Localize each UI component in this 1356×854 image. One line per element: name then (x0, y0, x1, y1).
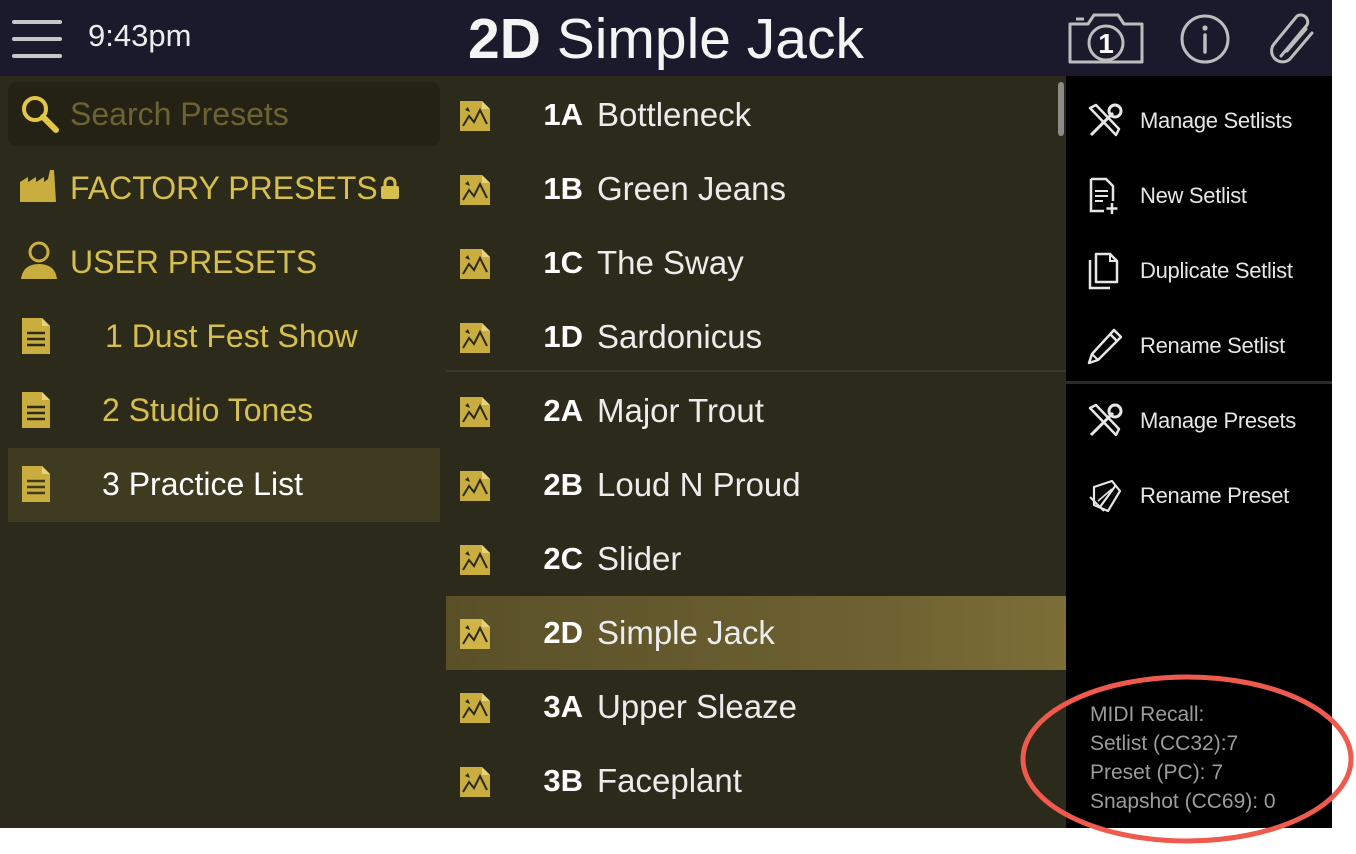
preset-row-selected[interactable]: 2D Simple Jack (446, 596, 1066, 670)
preset-icon (460, 175, 490, 205)
setlist-item-selected[interactable]: 3 Practice List (8, 448, 440, 522)
document-icon (22, 392, 50, 428)
setlist-label: 3 Practice List (102, 466, 303, 502)
setlist-item[interactable]: 1 Dust Fest Show (8, 300, 440, 374)
rename-preset-icon (1089, 479, 1122, 513)
duplicate-setlist-button[interactable]: Duplicate Setlist (1066, 230, 1332, 304)
scrollbar[interactable] (1058, 82, 1064, 136)
preset-row[interactable]: 1D Sardonicus (446, 300, 1066, 374)
hamburger-icon[interactable] (12, 20, 62, 58)
rename-preset-label: Rename Preset (1140, 483, 1289, 508)
preset-row[interactable]: 1A Bottleneck (446, 78, 1066, 152)
preset-name: Major Trout (597, 392, 764, 429)
duplicate-setlist-label: Duplicate Setlist (1140, 258, 1293, 283)
factory-presets-label: FACTORY PRESETS (70, 170, 400, 207)
rename-setlist-label: Rename Setlist (1140, 333, 1285, 358)
preset-name: Simple Jack (597, 614, 775, 651)
search-placeholder: Search Presets (70, 96, 289, 132)
setlist-label: 1 Dust Fest Show (105, 318, 358, 354)
tools-icon (1088, 403, 1123, 437)
preset-code: 1D (543, 319, 583, 354)
preset-icon (460, 693, 490, 723)
clock: 9:43pm (88, 18, 192, 53)
preset-icon (460, 545, 490, 575)
preset-code: 1A (543, 97, 583, 132)
setlist-label: 2 Studio Tones (102, 392, 314, 428)
preset-row[interactable]: 2C Slider (446, 522, 1066, 596)
lock-icon (380, 176, 399, 199)
preset-name: Faceplant (597, 762, 742, 799)
preset-icon (460, 101, 490, 131)
snapshot-number: 1 (1098, 28, 1114, 59)
annotation-ellipse (1020, 674, 1354, 844)
preset-row[interactable]: 2A Major Trout (446, 374, 1066, 448)
preset-name: Loud N Proud (597, 466, 801, 503)
preset-name: Sardonicus (597, 318, 763, 355)
preset-code: 2C (543, 541, 583, 576)
manage-presets-button[interactable]: Manage Presets (1066, 380, 1332, 454)
preset-icon (460, 619, 490, 649)
preset-row[interactable]: 1C The Sway (446, 226, 1066, 300)
preset-row[interactable]: 3A Upper Sleaze (446, 670, 1066, 744)
preset-name: Slider (597, 540, 682, 577)
preset-code: 2B (543, 467, 583, 502)
current-preset-code: 2D (468, 7, 541, 71)
rename-setlist-button[interactable]: Rename Setlist (1066, 305, 1332, 379)
preset-icon (460, 323, 490, 353)
preset-icon (460, 249, 490, 279)
user-presets-item[interactable]: USER PRESETS (8, 226, 440, 300)
preset-name: Green Jeans (597, 170, 786, 207)
preset-code: 3A (543, 689, 583, 724)
preset-name: Bottleneck (597, 96, 752, 133)
preset-code: 2A (543, 393, 583, 428)
new-setlist-label: New Setlist (1140, 183, 1247, 208)
pencil-icon (1087, 328, 1123, 365)
current-preset-title[interactable]: 2D Simple Jack (360, 6, 972, 72)
library-panel: Search Presets FACTORY PRESETS USER PRES… (0, 76, 446, 828)
new-document-icon (1089, 177, 1118, 214)
user-presets-label: USER PRESETS (70, 244, 318, 280)
preset-icon (460, 471, 490, 501)
search-icon (22, 96, 59, 133)
manage-setlists-button[interactable]: Manage Setlists (1066, 80, 1332, 154)
factory-icon (20, 170, 56, 202)
preset-list[interactable]: 1A Bottleneck 1B Green Jeans 1C The Sway 1D Sar… (446, 76, 1066, 828)
rename-preset-button[interactable]: Rename Preset (1066, 455, 1332, 529)
preset-code: 3B (543, 763, 583, 798)
search-input[interactable]: Search Presets (8, 82, 440, 146)
manage-presets-label: Manage Presets (1140, 408, 1296, 433)
top-bar: 9:43pm 2D Simple Jack 1 (0, 0, 1332, 76)
preset-name: Upper Sleaze (597, 688, 797, 725)
preset-code: 1C (543, 245, 583, 280)
preset-code: 2D (543, 615, 583, 650)
document-icon (22, 318, 50, 354)
preset-icon (460, 767, 490, 797)
tools-icon (1088, 103, 1123, 137)
bank-divider (446, 370, 1066, 372)
document-icon (22, 466, 50, 502)
new-setlist-button[interactable]: New Setlist (1066, 155, 1332, 229)
current-preset-name: Simple Jack (556, 7, 864, 71)
preset-row[interactable]: 1B Green Jeans (446, 152, 1066, 226)
duplicate-icon (1088, 252, 1119, 290)
preset-row[interactable]: 3B Faceplant (446, 744, 1066, 818)
preset-code: 1B (543, 171, 583, 206)
paperclip-icon[interactable] (1266, 12, 1320, 66)
info-icon[interactable] (1178, 12, 1232, 66)
preset-name: The Sway (597, 244, 744, 281)
manage-setlists-label: Manage Setlists (1140, 108, 1293, 133)
setlist-item[interactable]: 2 Studio Tones (8, 374, 440, 448)
camera-icon[interactable]: 1 (1066, 12, 1146, 66)
preset-row[interactable]: 2B Loud N Proud (446, 448, 1066, 522)
factory-presets-item[interactable]: FACTORY PRESETS (8, 152, 440, 226)
preset-icon (460, 397, 490, 427)
user-icon (21, 241, 57, 279)
